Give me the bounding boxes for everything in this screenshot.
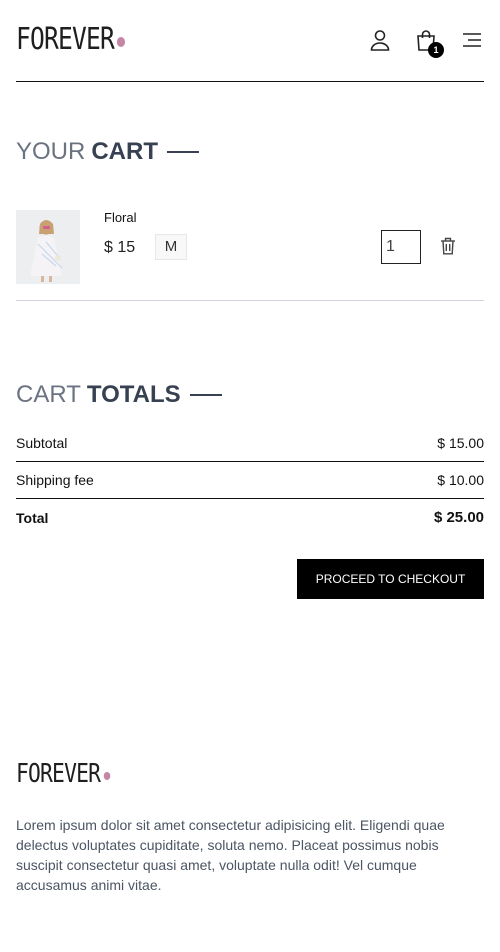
subtotal-row: Subtotal $ 15.00 — [16, 425, 484, 462]
product-size-badge: M — [155, 234, 187, 260]
title-rule — [167, 151, 199, 153]
product-price: $ 15 — [104, 239, 136, 256]
cart-totals: Subtotal $ 15.00 Shipping fee $ 10.00 To… — [16, 425, 484, 536]
total-value: $ 25.00 — [433, 509, 484, 526]
logo-dot — [103, 772, 110, 780]
shipping-row: Shipping fee $ 10.00 — [16, 462, 484, 499]
cart-button[interactable]: 1 — [414, 28, 444, 58]
totals-title: CART TOTALS — [16, 381, 222, 409]
logo-dot — [117, 37, 126, 47]
subtotal-label: Subtotal — [16, 435, 68, 451]
quantity-input[interactable] — [381, 230, 421, 264]
total-label: Total — [16, 509, 49, 526]
header-icons: 1 — [368, 28, 484, 58]
footer-description: Lorem ipsum dolor sit amet consectetur a… — [16, 817, 445, 893]
totals-title-light: CART — [16, 381, 81, 408]
user-icon[interactable] — [368, 28, 392, 52]
brand-logo[interactable]: FOREVER — [16, 22, 126, 57]
subtotal-value: $ 15.00 — [437, 435, 484, 451]
trash-icon — [441, 237, 455, 255]
shipping-label: Shipping fee — [16, 472, 94, 488]
product-name: Floral — [104, 210, 137, 225]
site-header: FOREVER 1 — [16, 0, 484, 82]
product-image — [16, 210, 80, 284]
shipping-value: $ 10.00 — [437, 472, 484, 488]
cart-count-badge: 1 — [428, 42, 444, 58]
cart-title-light: YOUR — [16, 138, 86, 165]
cart-title: YOUR CART — [16, 138, 199, 166]
cart-item-row: Floral $ 15 M — [16, 194, 484, 301]
cart-title-bold: CART — [91, 138, 158, 165]
delete-button[interactable] — [440, 237, 456, 255]
footer-logo-text: FOREVER — [16, 759, 101, 789]
menu-icon[interactable] — [460, 28, 484, 52]
total-row: Total $ 25.00 — [16, 499, 484, 536]
footer-logo[interactable]: FOREVER — [16, 759, 110, 789]
brand-logo-text: FOREVER — [16, 22, 115, 57]
title-rule — [189, 394, 222, 396]
totals-title-bold: TOTALS — [86, 381, 181, 408]
checkout-button[interactable]: PROCEED TO CHECKOUT — [297, 559, 484, 599]
